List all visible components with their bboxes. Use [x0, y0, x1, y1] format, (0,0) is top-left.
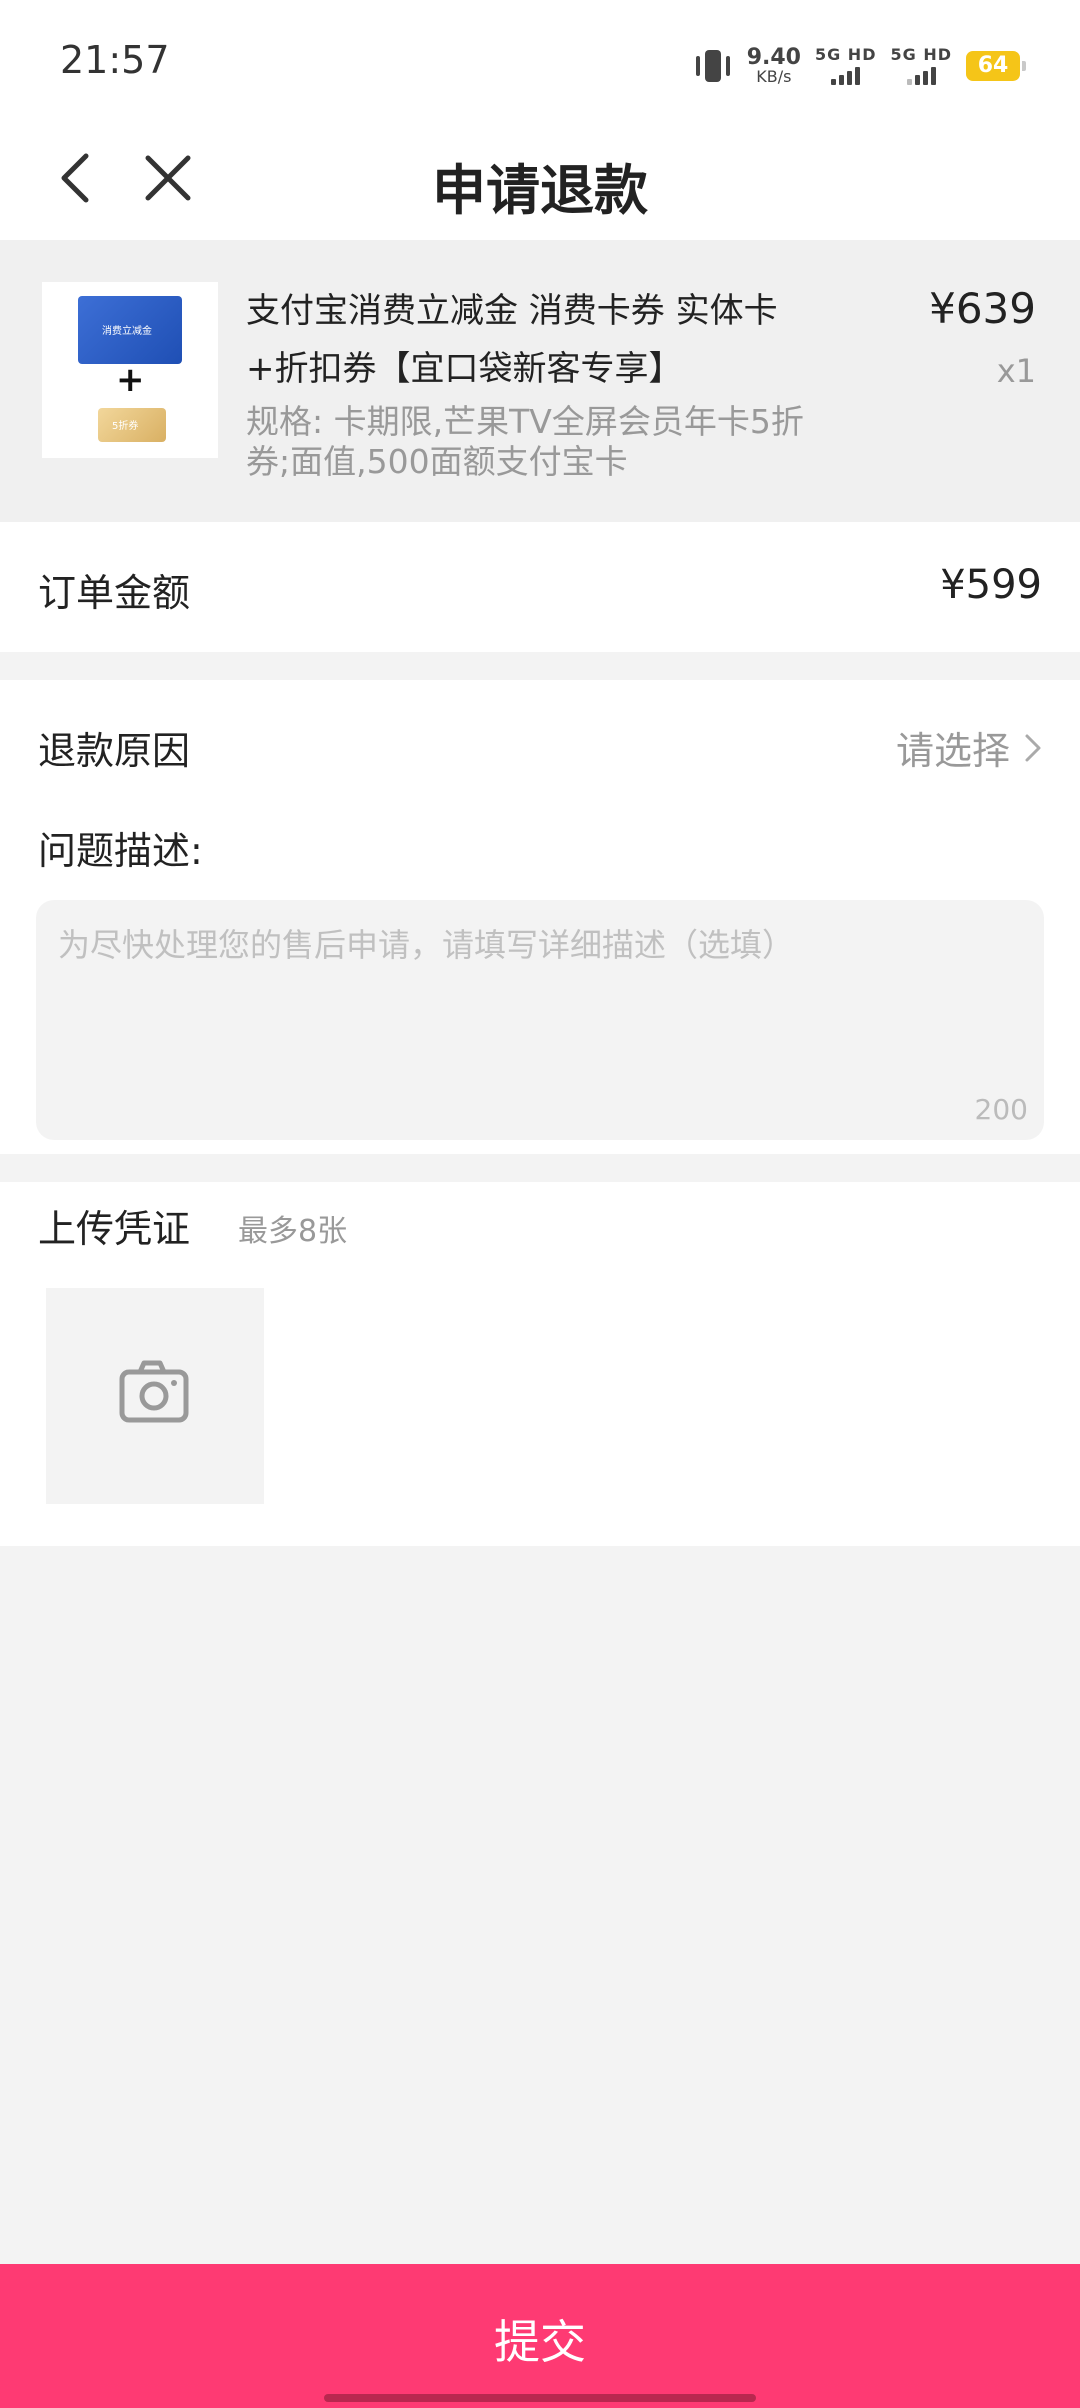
product-spec-line-2: 券;面值,500面额支付宝卡	[246, 442, 628, 481]
signal-1-label: 5G HD	[814, 45, 877, 64]
product-name: 支付宝消费立减金 消费卡券 实体卡 +折扣券【宜口袋新客专享】	[246, 282, 906, 398]
product-spec-line-1: 规格: 卡期限,芒果TV全屏会员年卡5折	[246, 402, 804, 441]
product-quantity: x1	[996, 352, 1036, 390]
net-speed-unit: KB/s	[756, 67, 792, 86]
camera-icon	[119, 1360, 189, 1423]
signal-bars-icon	[906, 67, 936, 85]
vibrate-icon	[693, 46, 733, 86]
card-image-text: 消费立减金	[102, 326, 152, 337]
status-bar: 21:57 9.40 KB/s 5G HD 5G HD 64	[0, 0, 1080, 120]
product-spec: 规格: 卡期限,芒果TV全屏会员年卡5折 券;面值,500面额支付宝卡	[246, 402, 846, 482]
product-name-line-2: +折扣券【宜口袋新客专享】	[246, 349, 683, 389]
refund-request-page: 21:57 9.40 KB/s 5G HD 5G HD 64 申请退款 消费立减…	[0, 0, 1080, 2408]
submit-button[interactable]: 提交	[0, 2264, 1080, 2408]
signal-2: 5G HD	[890, 47, 952, 85]
refund-reason-select[interactable]: 请选择	[896, 720, 1042, 775]
submit-button-label: 提交	[494, 2315, 586, 2369]
refund-reason-label: 退款原因	[38, 729, 191, 773]
signal-2-label: 5G HD	[890, 45, 952, 64]
order-amount-row: 订单金额 ¥599	[0, 522, 1080, 652]
description-char-limit: 200	[974, 1093, 1028, 1126]
coupon-image-text: 5折券	[112, 421, 139, 432]
product-card[interactable]: 消费立减金 + 5折券 支付宝消费立减金 消费卡券 实体卡 +折扣券【宜口袋新客…	[0, 240, 1080, 522]
status-time: 21:57	[60, 38, 170, 82]
plus-sign: +	[116, 360, 145, 400]
chevron-right-icon	[1025, 734, 1041, 761]
network-speed: 9.40 KB/s	[747, 47, 801, 85]
product-thumbnail: 消费立减金 + 5折券	[42, 282, 218, 458]
coupon-image: 5折券	[98, 408, 166, 442]
status-icons: 9.40 KB/s 5G HD 5G HD 64	[693, 36, 1026, 96]
refund-reason-section: 退款原因 请选择 问题描述: 为尽快处理您的售后申请，请填写详细描述（选填） 2…	[0, 680, 1080, 1154]
card-image: 消费立减金	[78, 296, 182, 364]
signal-1: 5G HD	[815, 47, 877, 85]
page-title: 申请退款	[432, 159, 648, 222]
refund-reason-placeholder: 请选择	[895, 729, 1010, 773]
refund-reason-row[interactable]: 退款原因 请选择	[0, 680, 1080, 810]
signal-bars-icon	[831, 67, 861, 85]
description-placeholder: 为尽快处理您的售后申请，请填写详细描述（选填）	[58, 926, 795, 964]
description-textarea[interactable]: 为尽快处理您的售后申请，请填写详细描述（选填） 200	[36, 900, 1044, 1140]
order-amount-label: 订单金额	[38, 571, 191, 615]
upload-proof-section: 上传凭证 最多8张	[0, 1182, 1080, 1546]
net-speed-value: 9.40	[746, 45, 801, 70]
home-indicator[interactable]	[324, 2394, 756, 2402]
nav-header: 申请退款	[0, 120, 1080, 240]
description-label: 问题描述:	[38, 829, 203, 873]
upload-label: 上传凭证	[38, 1207, 191, 1251]
order-amount-value: ¥599	[940, 562, 1042, 608]
upload-hint: 最多8张	[238, 1214, 348, 1249]
product-name-line-1: 支付宝消费立减金 消费卡券 实体卡	[246, 291, 778, 331]
upload-photo-button[interactable]	[46, 1288, 264, 1504]
product-price: ¥639	[929, 284, 1036, 333]
battery-icon: 64	[966, 51, 1026, 81]
